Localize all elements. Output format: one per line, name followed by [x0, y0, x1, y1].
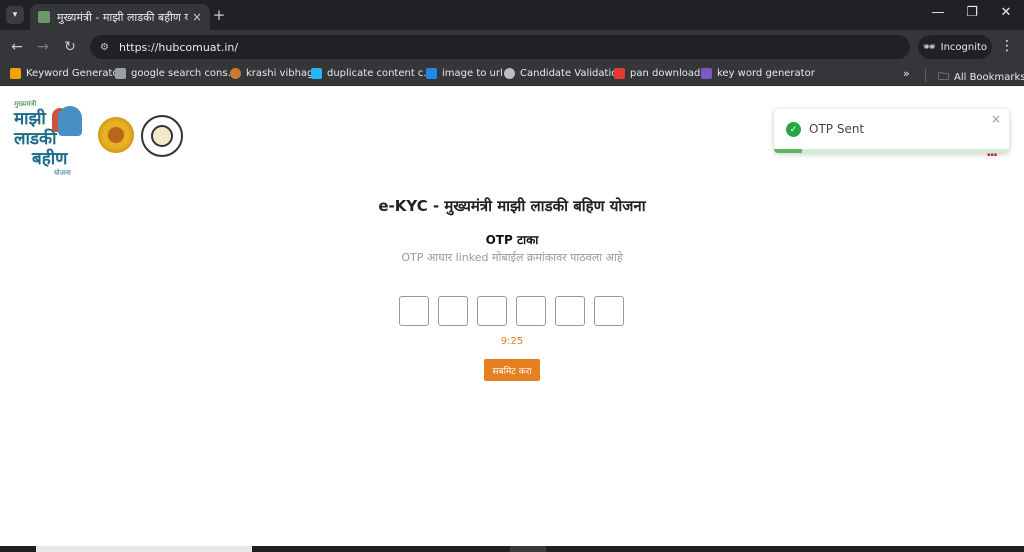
bookmark-label: google search cons...	[131, 68, 238, 79]
bookmark-label: duplicate content c...	[327, 68, 433, 79]
otp-digit-input[interactable]	[555, 296, 585, 326]
bookmark-item[interactable]: Keyword Generator	[10, 68, 123, 79]
otp-input-group	[399, 296, 624, 326]
forward-button[interactable]: →	[35, 38, 51, 56]
os-taskbar	[0, 546, 1024, 552]
bookmark-favicon-icon	[115, 68, 126, 79]
check-circle-icon: ✓	[786, 122, 801, 137]
new-tab-button[interactable]: +	[212, 6, 226, 24]
bookmark-item[interactable]: pan download	[614, 68, 700, 79]
scheme-logo: मुख्यमंत्री माझी लाडकी बहीण योजना	[14, 100, 84, 177]
bookmark-item[interactable]: duplicate content c...	[311, 68, 433, 79]
bookmark-label: key word generator	[717, 68, 815, 79]
bookmark-favicon-icon	[230, 68, 241, 79]
minimize-button[interactable]: —	[930, 5, 946, 20]
bookmark-item[interactable]: Candidate Validation	[504, 68, 624, 79]
bookmarks-divider	[925, 69, 926, 82]
bookmark-item[interactable]: image to url	[426, 68, 503, 79]
otp-sent-toast: ✓ OTP Sent ×	[774, 109, 1009, 153]
otp-digit-input[interactable]	[594, 296, 624, 326]
globe-icon	[504, 68, 515, 79]
toast-progress-bar	[774, 149, 803, 153]
tab-strip: ▾ मुख्यमंत्री - माझी लाडकी बहीण योजना × …	[0, 0, 1024, 30]
logo-figure	[58, 106, 82, 136]
address-bar[interactable]: ⚙ https://hubcomuat.in/	[90, 35, 910, 59]
toast-message: OTP Sent	[809, 122, 865, 136]
browser-toolbar: ← → ↻ ⚙ https://hubcomuat.in/ 🕶 Incognit…	[0, 30, 1024, 64]
incognito-label: Incognito	[940, 41, 988, 53]
bookmark-favicon-icon	[614, 68, 625, 79]
bookmark-favicon-icon	[426, 68, 437, 79]
submit-button[interactable]: सबमिट करा	[484, 359, 540, 381]
bookmark-item[interactable]: google search cons...	[115, 68, 237, 79]
taskbar-item[interactable]	[510, 546, 546, 552]
chevron-down-icon: ▾	[12, 10, 18, 20]
taskbar-item[interactable]	[36, 546, 252, 552]
site-favicon-icon	[38, 11, 50, 23]
tab-close-icon[interactable]: ×	[192, 10, 202, 24]
tab-search-button[interactable]: ▾	[6, 6, 24, 24]
tab-title: मुख्यमंत्री - माझी लाडकी बहीण योजना	[57, 10, 188, 24]
bookmark-item[interactable]: key word generator	[701, 68, 815, 79]
reload-button[interactable]: ↻	[62, 38, 78, 56]
logo-line: बहीण	[32, 149, 68, 169]
bookmark-favicon-icon	[701, 68, 712, 79]
restore-button[interactable]: ❐	[964, 5, 980, 20]
bookmarks-bar: Keyword Generator google search cons... …	[0, 64, 1024, 86]
bookmark-label: pan download	[630, 68, 701, 79]
incognito-icon: 🕶	[922, 41, 936, 53]
bookmarks-overflow-button[interactable]: »	[903, 67, 910, 80]
maharashtra-govt-seal	[98, 117, 134, 153]
logo-bottom-text: योजना	[54, 169, 71, 177]
site-info-icon[interactable]: ⚙	[100, 42, 109, 53]
bookmark-favicon-icon	[311, 68, 322, 79]
bookmark-item[interactable]: krashi vibhag	[230, 68, 313, 79]
header-right-text: ▪▪▪	[987, 152, 998, 158]
bookmark-favicon-icon	[10, 68, 21, 79]
otp-timer: 9:25	[500, 336, 524, 347]
page-title: e-KYC - मुख्यमंत्री माझी लाडकी बहिण योजन…	[378, 197, 646, 215]
otp-digit-input[interactable]	[438, 296, 468, 326]
otp-heading: OTP टाका	[485, 233, 539, 247]
bookmark-label: krashi vibhag	[246, 68, 314, 79]
url-text: https://hubcomuat.in/	[118, 40, 239, 54]
otp-digit-input[interactable]	[516, 296, 546, 326]
bookmark-label: image to url	[442, 68, 503, 79]
department-seal	[141, 115, 183, 157]
browser-menu-button[interactable]: ⋮	[1000, 38, 1014, 54]
folder-icon: 🗀	[938, 70, 949, 83]
bookmark-label: Candidate Validation	[520, 68, 624, 79]
otp-digit-input[interactable]	[399, 296, 429, 326]
all-bookmarks-label: All Bookmarks	[954, 72, 1024, 83]
back-button[interactable]: ←	[9, 38, 25, 56]
toast-close-icon[interactable]: ×	[991, 112, 1001, 126]
window-close-button[interactable]: ✕	[998, 5, 1014, 20]
otp-digit-input[interactable]	[477, 296, 507, 326]
incognito-indicator[interactable]: 🕶 Incognito	[918, 35, 992, 59]
toast-progress-track	[774, 149, 1009, 153]
browser-tab[interactable]: मुख्यमंत्री - माझी लाडकी बहीण योजना ×	[30, 4, 210, 30]
bookmark-label: Keyword Generator	[26, 68, 123, 79]
all-bookmarks-button[interactable]: 🗀 All Bookmarks	[938, 68, 1024, 87]
otp-subtitle: OTP आधार linked मोबाईल क्रमांकावर पाठवला…	[401, 251, 623, 264]
